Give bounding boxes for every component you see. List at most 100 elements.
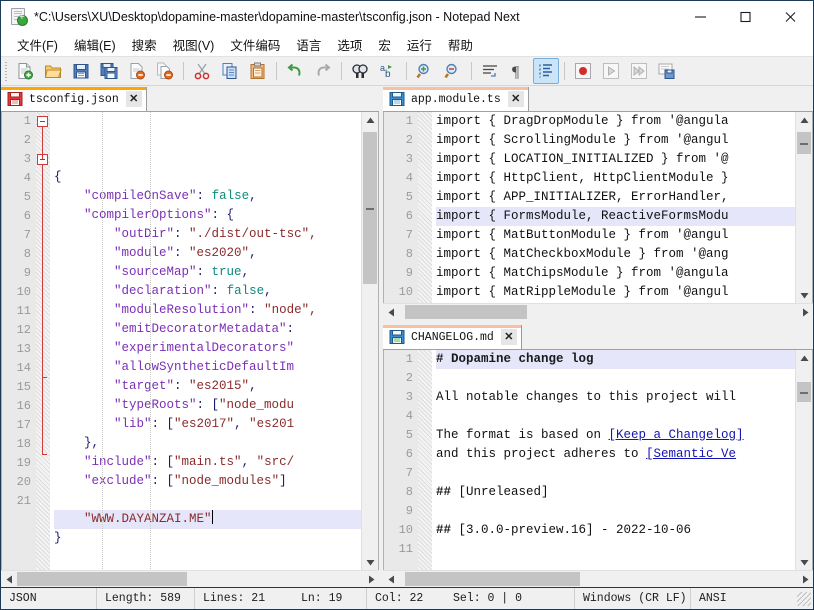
scroll-up-icon[interactable] xyxy=(362,112,378,128)
code-line[interactable]: import { ScrollingModule } from '@angul xyxy=(436,131,795,150)
right-top-code-content[interactable]: import { DragDropModule } from '@angulai… xyxy=(432,112,795,303)
macro-play-icon[interactable] xyxy=(598,58,624,84)
right-top-hscroll-thumb[interactable] xyxy=(405,305,527,319)
scroll-up-icon[interactable] xyxy=(796,350,812,366)
menu-edit[interactable]: 编辑(E) xyxy=(66,33,124,56)
code-line[interactable]: "compilerOptions": { xyxy=(54,206,361,225)
code-line[interactable]: "include": ["main.ts", "src/ xyxy=(54,453,361,472)
menu-language[interactable]: 语言 xyxy=(288,33,329,56)
scroll-left-icon[interactable] xyxy=(1,571,17,587)
code-line[interactable]: "emitDecoratorMetadata": xyxy=(54,320,361,339)
new-file-icon[interactable] xyxy=(12,58,38,84)
resize-grip-icon[interactable] xyxy=(797,592,811,606)
save-icon[interactable] xyxy=(68,58,94,84)
macro-save-icon[interactable] xyxy=(654,58,680,84)
code-line[interactable]: import { HttpClient, HttpClientModule } xyxy=(436,169,795,188)
code-line[interactable]: "experimentalDecorators" xyxy=(54,339,361,358)
code-line[interactable]: "target": "es2015", xyxy=(54,377,361,396)
code-line[interactable]: "exclude": ["node_modules"] xyxy=(54,472,361,491)
code-line[interactable]: } xyxy=(54,529,361,548)
code-line[interactable] xyxy=(436,540,795,559)
toolbar-grip[interactable] xyxy=(3,61,9,81)
right-bottom-vscroll-thumb[interactable] xyxy=(797,382,811,402)
scroll-right-icon[interactable] xyxy=(797,571,813,587)
macro-record-icon[interactable] xyxy=(570,58,596,84)
code-line[interactable] xyxy=(436,464,795,483)
left-fold-margin[interactable] xyxy=(36,112,50,570)
right-top-vertical-scrollbar[interactable] xyxy=(795,112,812,303)
code-line[interactable]: "outDir": "./dist/out-tsc", xyxy=(54,225,361,244)
minimize-button[interactable] xyxy=(678,1,723,32)
code-line[interactable]: import { FormsModule, ReactiveFormsModu xyxy=(436,207,795,226)
right-top-fold-margin[interactable] xyxy=(418,112,432,303)
code-line[interactable]: "sourceMap": true, xyxy=(54,263,361,282)
status-encoding[interactable]: ANSI xyxy=(691,588,797,609)
code-line[interactable]: "allowSyntheticDefaultIm xyxy=(54,358,361,377)
right-top-vscroll-thumb[interactable] xyxy=(797,132,811,154)
code-line[interactable]: ## [3.0.0-preview.16] - 2022-10-06 xyxy=(436,521,795,540)
code-line[interactable]: import { DragDropModule } from '@angula xyxy=(436,112,795,131)
code-line[interactable]: { xyxy=(54,168,361,187)
left-editor-body[interactable]: 123456789101112131415161718192021 { "com… xyxy=(1,112,379,570)
code-line[interactable] xyxy=(54,491,361,510)
status-eol[interactable]: Windows (CR LF) xyxy=(575,588,691,609)
word-wrap-icon[interactable] xyxy=(477,58,503,84)
code-line[interactable]: import { MatCheckboxModule } from '@ang xyxy=(436,245,795,264)
close-icon[interactable]: ✕ xyxy=(126,91,142,107)
zoom-in-icon[interactable] xyxy=(412,58,438,84)
code-line[interactable] xyxy=(436,369,795,388)
show-symbols-icon[interactable]: ¶ xyxy=(505,58,531,84)
close-icon[interactable]: ✕ xyxy=(501,329,517,345)
code-line[interactable] xyxy=(436,407,795,426)
scroll-down-icon[interactable] xyxy=(796,287,812,303)
code-line[interactable]: # Dopamine change log xyxy=(436,350,795,369)
right-bottom-hscroll-track[interactable] xyxy=(399,571,797,587)
scroll-left-icon[interactable] xyxy=(383,571,399,587)
maximize-button[interactable] xyxy=(723,1,768,32)
cut-icon[interactable] xyxy=(189,58,215,84)
code-line[interactable]: The format is based on [Keep a Changelog… xyxy=(436,426,795,445)
save-all-icon[interactable] xyxy=(96,58,122,84)
left-hscroll-track[interactable] xyxy=(17,571,363,587)
right-bottom-hscroll-thumb[interactable] xyxy=(405,572,580,586)
code-line[interactable]: "compileOnSave": false, xyxy=(54,187,361,206)
scroll-right-icon[interactable] xyxy=(363,571,379,587)
right-top-horizontal-scrollbar[interactable] xyxy=(383,303,813,320)
code-line[interactable] xyxy=(54,548,361,567)
menu-run[interactable]: 运行 xyxy=(399,33,440,56)
paste-icon[interactable] xyxy=(245,58,271,84)
zoom-out-icon[interactable] xyxy=(440,58,466,84)
right-top-vscroll-track[interactable] xyxy=(796,128,812,287)
scroll-right-icon[interactable] xyxy=(797,304,813,320)
tab-tsconfig-json[interactable]: tsconfig.json ✕ xyxy=(1,87,147,111)
right-bottom-horizontal-scrollbar[interactable] xyxy=(383,570,813,587)
code-line[interactable]: and this project adheres to [Semantic Ve xyxy=(436,445,795,464)
left-horizontal-scrollbar[interactable] xyxy=(1,570,379,587)
show-indent-guide-icon[interactable] xyxy=(533,58,559,84)
code-line[interactable]: "lib": ["es2017", "es201 xyxy=(54,415,361,434)
code-line[interactable]: import { LOCATION_INITIALIZED } from '@ xyxy=(436,150,795,169)
menu-settings[interactable]: 选项 xyxy=(329,33,370,56)
menu-search[interactable]: 搜索 xyxy=(124,33,165,56)
scroll-down-icon[interactable] xyxy=(796,554,812,570)
left-hscroll-thumb[interactable] xyxy=(17,572,187,586)
macro-play-multi-icon[interactable] xyxy=(626,58,652,84)
left-vscroll-thumb[interactable] xyxy=(363,132,377,284)
right-bottom-editor-body[interactable]: 1234567891011 # Dopamine change log All … xyxy=(383,350,813,570)
right-top-hscroll-track[interactable] xyxy=(399,304,797,320)
code-line[interactable]: "moduleResolution": "node", xyxy=(54,301,361,320)
right-bottom-vertical-scrollbar[interactable] xyxy=(795,350,812,570)
menu-macro[interactable]: 宏 xyxy=(370,33,399,56)
close-button[interactable] xyxy=(768,1,813,32)
copy-icon[interactable] xyxy=(217,58,243,84)
tab-changelog-md[interactable]: CHANGELOG.md ✕ xyxy=(383,325,522,349)
redo-icon[interactable] xyxy=(310,58,336,84)
right-bottom-fold-margin[interactable] xyxy=(418,350,432,570)
code-line[interactable]: All notable changes to this project will xyxy=(436,388,795,407)
close-icon[interactable]: ✕ xyxy=(508,91,524,107)
code-line[interactable]: "typeRoots": ["node_modu xyxy=(54,396,361,415)
code-line[interactable]: import { MatRippleModule } from '@angul xyxy=(436,283,795,302)
tab-app-module-ts[interactable]: app.module.ts ✕ xyxy=(383,87,529,111)
scroll-up-icon[interactable] xyxy=(796,112,812,128)
right-bottom-vscroll-track[interactable] xyxy=(796,366,812,554)
